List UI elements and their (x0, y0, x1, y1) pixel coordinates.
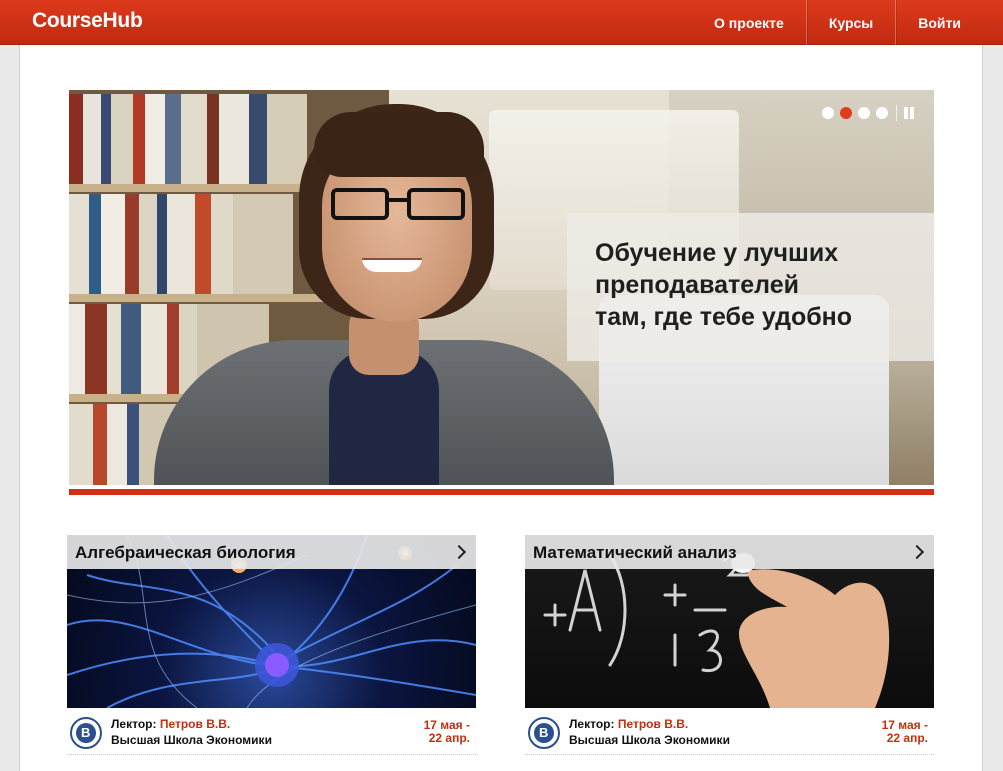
site-logo[interactable]: CourseHub (32, 9, 143, 33)
slide-dot-1[interactable] (822, 107, 834, 119)
lector-name-link[interactable]: Петров В.В. (160, 717, 230, 731)
lector-line: Лектор: Петров В.В. (111, 717, 230, 731)
nav-login[interactable]: Войти (895, 0, 983, 45)
slide-dot-4[interactable] (876, 107, 888, 119)
lector-label: Лектор: (111, 717, 157, 731)
lector-name-link[interactable]: Петров В.В. (618, 717, 688, 731)
date-end: 22 апр. (886, 731, 928, 745)
hero-caption-line: Обучение у лучших (595, 239, 839, 267)
school-name: Высшая Школа Экономики (111, 733, 272, 747)
pause-icon[interactable] (903, 107, 915, 119)
course-title-bar[interactable]: Математический анализ (525, 535, 934, 569)
page-container: Обучение у лучших преподавателей там, гд… (19, 45, 983, 771)
course-title-bar[interactable]: Алгебраическая биология (67, 535, 476, 569)
course-dates: 17 мая - 22 апр. (868, 719, 928, 745)
glasses (331, 188, 466, 222)
course-title[interactable]: Математический анализ (533, 543, 737, 563)
lector-line: Лектор: Петров В.В. (569, 717, 688, 731)
nav-about[interactable]: О проекте (692, 0, 806, 45)
course-meta: В Лектор: Петров В.В. Высшая Школа Эконо… (67, 713, 476, 755)
top-bar: CourseHub О проекте Курсы Войти (0, 0, 1003, 45)
course-dates: 17 мая - 22 апр. (410, 719, 470, 745)
school-name: Высшая Школа Экономики (569, 733, 730, 747)
course-title[interactable]: Алгебраическая биология (75, 543, 296, 563)
hero-slider: Обучение у лучших преподавателей там, гд… (69, 90, 934, 485)
hero-caption: Обучение у лучших преподавателей там, гд… (595, 237, 925, 333)
hero-caption-line: там, где тебе удобно (595, 303, 853, 331)
chevron-right-icon[interactable] (452, 544, 466, 560)
slide-dot-2[interactable] (840, 107, 852, 119)
hero-caption-line: преподавателей (595, 271, 800, 299)
course-card[interactable]: Алгебраическая биология В Лектор: Петров… (67, 535, 476, 760)
course-meta: В Лектор: Петров В.В. Высшая Школа Эконо… (525, 713, 934, 755)
main-nav: О проекте Курсы Войти (692, 0, 983, 45)
hero-accent-bar (69, 489, 934, 495)
slide-dot-3[interactable] (858, 107, 870, 119)
slider-controls (822, 105, 915, 121)
hero-caption-box: Обучение у лучших преподавателей там, гд… (567, 213, 934, 361)
lector-label: Лектор: (569, 717, 615, 731)
course-card[interactable]: Математический анализ В Лектор: Петров В… (525, 535, 934, 760)
date-end: 22 апр. (428, 731, 470, 745)
university-logo: В (70, 717, 102, 749)
student-photo (154, 90, 614, 485)
chevron-right-icon[interactable] (910, 544, 924, 560)
controls-divider (896, 105, 897, 121)
nav-courses[interactable]: Курсы (805, 0, 895, 45)
university-logo: В (528, 717, 560, 749)
